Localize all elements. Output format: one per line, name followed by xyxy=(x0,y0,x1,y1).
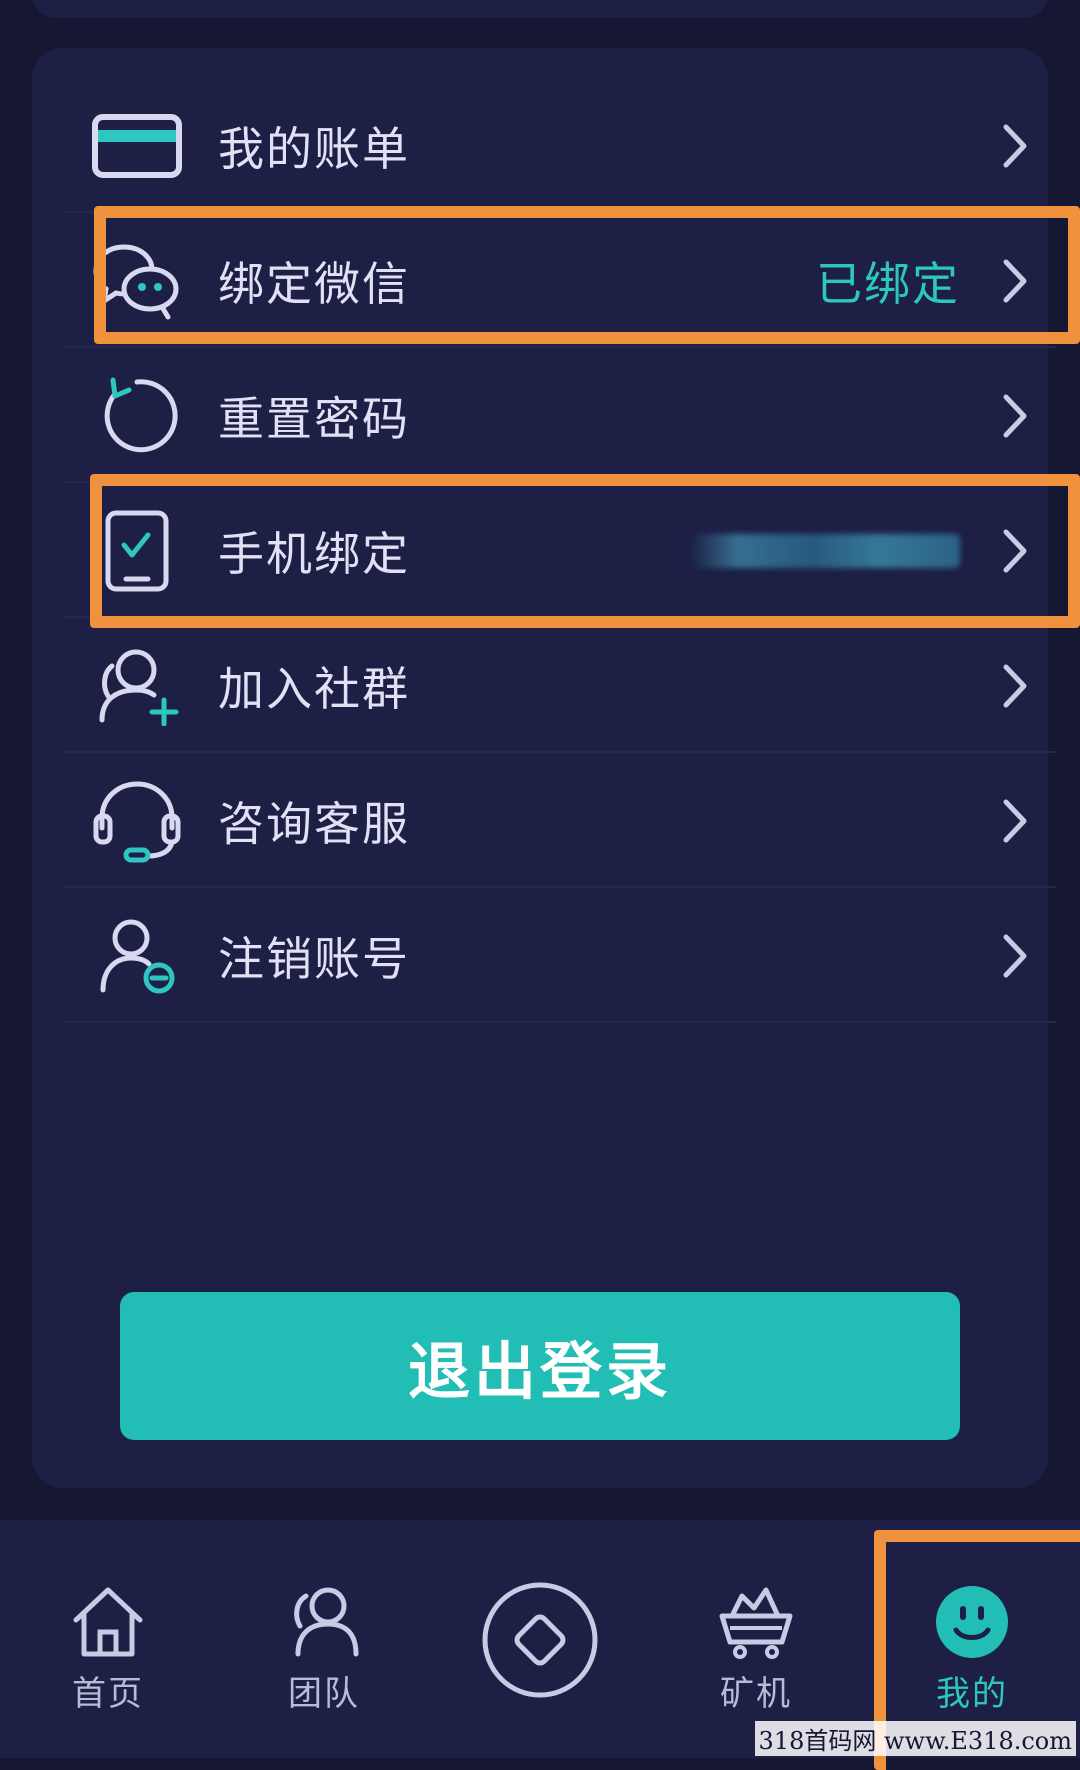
menu-item-reset-password[interactable]: 重置密码 xyxy=(64,348,1056,483)
center-diamond-icon xyxy=(482,1582,598,1698)
menu-item-label: 绑定微信 xyxy=(218,256,410,311)
tab-team[interactable]: 团队 xyxy=(216,1520,432,1758)
wechat-bound-status: 已绑定 xyxy=(816,256,960,311)
chevron-right-icon xyxy=(1003,799,1027,842)
miner-icon xyxy=(719,1587,793,1659)
watermark: 318首码网 www.E318.com xyxy=(754,1721,1076,1756)
phone-icon xyxy=(92,506,182,596)
menu-item-label: 注销账号 xyxy=(218,931,410,986)
tab-center[interactable] xyxy=(432,1520,648,1758)
menu-item-delete-account[interactable]: 注销账号 xyxy=(64,888,1056,1023)
tab-label: 首页 xyxy=(72,1674,144,1714)
bill-card-icon xyxy=(92,101,182,191)
menu-item-bill[interactable]: 我的账单 xyxy=(64,78,1056,213)
menu-item-join-group[interactable]: 加入社群 xyxy=(64,618,1056,753)
headset-icon xyxy=(92,776,182,866)
chevron-right-icon xyxy=(1003,259,1027,302)
menu-item-label: 咨询客服 xyxy=(218,796,410,851)
tab-home[interactable]: 首页 xyxy=(0,1520,216,1758)
team-icon xyxy=(294,1587,359,1657)
smiley-icon xyxy=(936,1586,1008,1658)
home-icon xyxy=(73,1587,143,1657)
chevron-right-icon xyxy=(1003,934,1027,977)
top-card-edge xyxy=(32,0,1048,18)
chevron-right-icon xyxy=(1003,529,1027,572)
settings-panel: 我的账单 绑定微信 已绑定 重置密码 手机绑定 加入社群 咨询客服 注销账号 xyxy=(32,48,1056,1488)
remove-user-icon xyxy=(92,911,182,1001)
phone-number-blurred xyxy=(690,533,960,568)
menu-item-label: 重置密码 xyxy=(218,391,410,446)
tab-label: 矿机 xyxy=(720,1674,792,1714)
chevron-right-icon xyxy=(1003,664,1027,707)
chevron-right-icon xyxy=(1003,124,1027,167)
logout-button[interactable]: 退出登录 xyxy=(120,1292,960,1440)
reset-icon xyxy=(92,371,182,461)
menu-item-bind-wechat[interactable]: 绑定微信 已绑定 xyxy=(64,213,1056,348)
divider xyxy=(64,1021,1056,1023)
tab-label: 团队 xyxy=(288,1674,360,1714)
menu-item-bind-phone[interactable]: 手机绑定 xyxy=(64,483,1056,618)
chevron-right-icon xyxy=(1003,394,1027,437)
menu-item-label: 加入社群 xyxy=(218,661,410,716)
tab-label: 我的 xyxy=(936,1674,1008,1714)
menu-item-customer-service[interactable]: 咨询客服 xyxy=(64,753,1056,888)
add-user-icon xyxy=(92,641,182,731)
menu-item-label: 手机绑定 xyxy=(218,526,410,581)
wechat-icon xyxy=(92,236,182,326)
menu-item-label: 我的账单 xyxy=(218,121,410,176)
